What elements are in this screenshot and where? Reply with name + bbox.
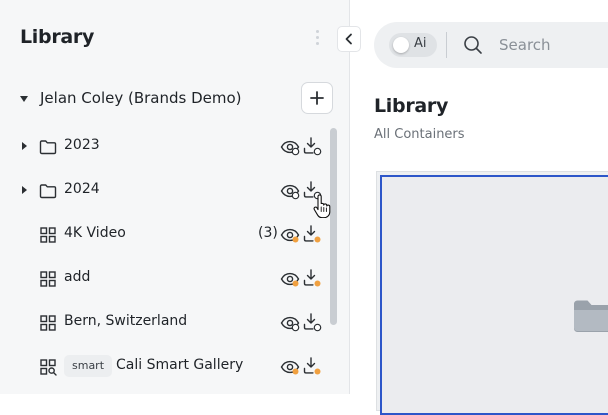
tree-item-label: Cali Smart Gallery [116, 357, 244, 373]
download-icon[interactable] [302, 268, 322, 288]
tree-item-label: add [64, 269, 91, 285]
gallery-grid-icon [40, 271, 56, 287]
eye-icon[interactable] [280, 182, 300, 200]
more-options-icon[interactable] [314, 30, 320, 48]
page-title: Library [374, 95, 449, 117]
sidebar-title: Library [20, 26, 95, 48]
library-sidebar: Library Jelan Coley (Brands Demo) 2023 2… [0, 0, 350, 394]
smart-badge: smart [64, 355, 113, 377]
download-icon[interactable] [302, 356, 322, 376]
collapse-sidebar-button[interactable] [337, 26, 361, 52]
folder-icon [39, 184, 57, 199]
tree-item-bern-switzerland[interactable]: Bern, Switzerland [0, 301, 330, 345]
folder-icon [39, 140, 57, 155]
eye-icon[interactable] [280, 270, 300, 288]
eye-icon[interactable] [280, 226, 300, 244]
caret-right-icon[interactable] [22, 186, 27, 194]
tree-item-label: 2023 [64, 137, 100, 153]
container-card[interactable] [380, 175, 608, 415]
download-icon[interactable] [302, 224, 322, 244]
tree-item-label: 2024 [64, 181, 100, 197]
toggle-knob [393, 37, 409, 53]
eye-icon[interactable] [280, 358, 300, 376]
caret-down-icon[interactable] [20, 96, 28, 102]
ai-toggle-label: Ai [414, 36, 427, 51]
folder-icon [574, 300, 608, 332]
page-subtitle: All Containers [374, 127, 465, 142]
ai-toggle[interactable]: Ai [389, 33, 437, 57]
tree-item-2023[interactable]: 2023 [0, 125, 330, 169]
gallery-grid-icon [40, 227, 56, 243]
tree-item-label: 4K Video [64, 225, 126, 241]
smart-gallery-icon [40, 359, 57, 376]
tree-root-label: Jelan Coley (Brands Demo) [40, 89, 242, 107]
tree-list: 2023 2024 4K Video (3) add Bern, Switzer… [0, 125, 340, 394]
item-count: (3) [258, 225, 278, 241]
sidebar-scrollbar[interactable] [330, 128, 337, 325]
tree-item-4k-video[interactable]: 4K Video (3) [0, 213, 330, 257]
download-icon[interactable] [302, 312, 322, 332]
search-divider [446, 32, 447, 58]
gallery-grid-icon [40, 315, 56, 331]
search-icon [464, 36, 482, 54]
tree-item-add[interactable]: add [0, 257, 330, 301]
tree-item-label: Bern, Switzerland [64, 313, 188, 329]
eye-icon[interactable] [280, 314, 300, 332]
search-input[interactable]: Search [499, 36, 551, 54]
hand-cursor-icon [313, 194, 331, 218]
tree-root[interactable]: Jelan Coley (Brands Demo) [0, 80, 340, 118]
tree-item-2024[interactable]: 2024 [0, 169, 330, 213]
tree-item-cali-smart-gallery[interactable]: smart Cali Smart Gallery [0, 345, 330, 389]
chevron-left-icon [345, 33, 352, 45]
caret-right-icon[interactable] [22, 142, 27, 150]
add-button[interactable] [301, 82, 333, 114]
download-icon[interactable] [302, 136, 322, 156]
eye-icon[interactable] [280, 138, 300, 156]
plus-icon [310, 91, 324, 105]
